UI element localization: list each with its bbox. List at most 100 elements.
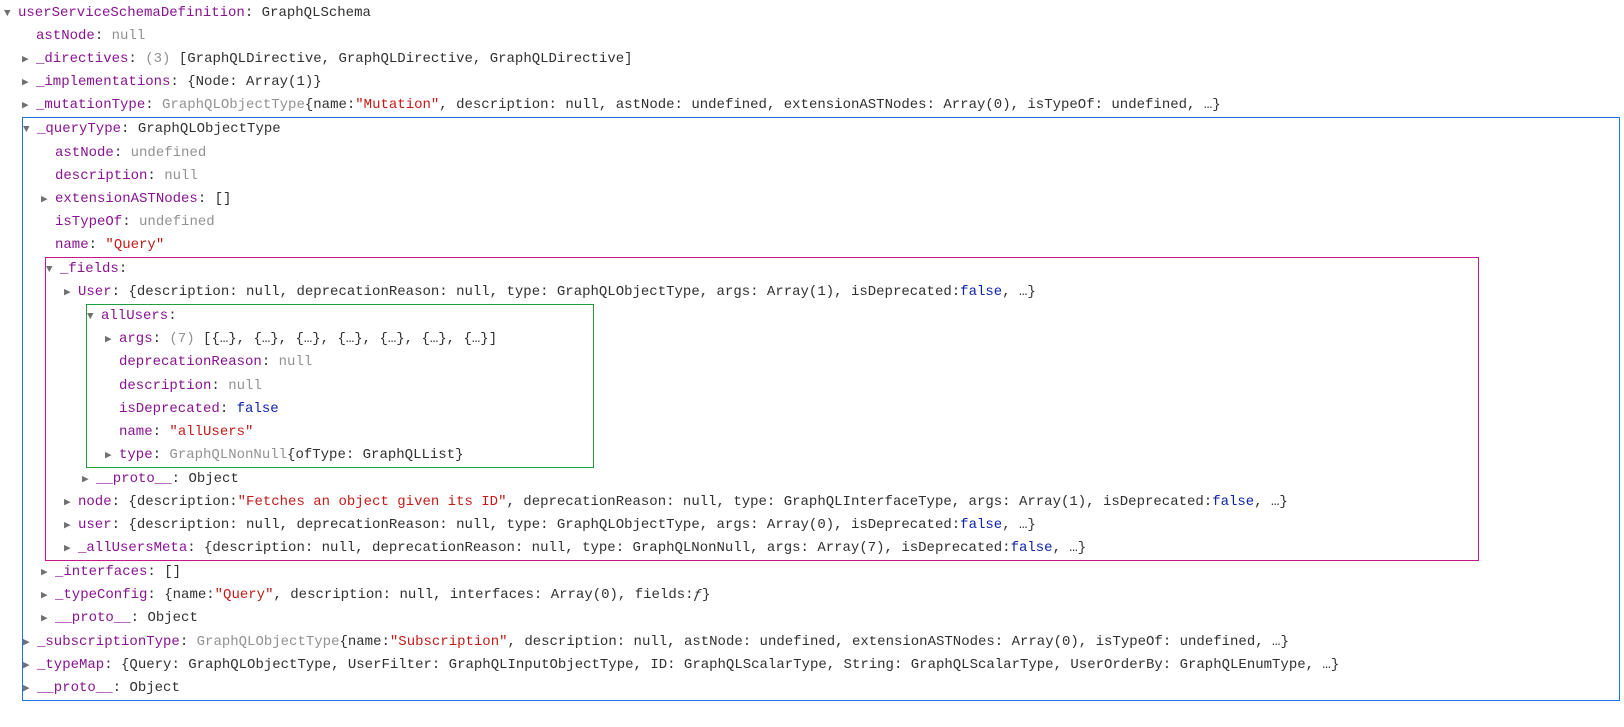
tail: , …} <box>1254 491 1288 514</box>
key: type <box>119 444 153 467</box>
tail: , …} <box>1053 537 1087 560</box>
arrow-closed-icon: ▶ <box>105 331 117 349</box>
arrow-open-icon: ▼ <box>46 261 58 279</box>
qt-astnode-row[interactable]: astNode: undefined <box>23 142 1619 165</box>
count: (7) <box>169 328 194 351</box>
false: false <box>1212 491 1254 514</box>
field-node-row[interactable]: ▶ node: {description: "Fetches an object… <box>46 491 1478 514</box>
typeconfig-row[interactable]: ▶ _typeConfig: {name: "Query" , descript… <box>23 584 1619 607</box>
key-allusers: allUsers <box>101 305 168 328</box>
allusers-desc-row[interactable]: description: null <box>87 375 593 398</box>
qt-description-row[interactable]: description: null <box>23 165 1619 188</box>
false: false <box>1011 537 1053 560</box>
allusers-args-row[interactable]: ▶ args: (7) [{…}, {…}, {…}, {…}, {…}, {…… <box>87 328 593 351</box>
allusers-proto-row[interactable]: ▶ __proto__: Object <box>46 468 1478 491</box>
astnode-row[interactable]: astNode: null <box>4 25 1620 48</box>
implementations-val: {Node: Array(1)} <box>187 71 321 94</box>
key: _typeMap <box>37 654 104 677</box>
val: null <box>164 165 198 188</box>
arrow-closed-icon: ▶ <box>64 284 76 302</box>
name-key: name: <box>313 94 355 117</box>
allusers-isdep-row[interactable]: isDeprecated: false <box>87 398 593 421</box>
key: __proto__ <box>37 677 113 700</box>
arrow-closed-icon: ▶ <box>41 610 53 628</box>
implementations-row[interactable]: ▶ _implementations: {Node: Array(1)} <box>4 71 1620 94</box>
allusers-box: ▼ allUsers: ▶ args: (7) [{…}, {…}, {…}, … <box>86 304 594 468</box>
qt-proto-row[interactable]: ▶ __proto__: Object <box>23 607 1619 630</box>
key: _subscriptionType <box>37 631 180 654</box>
field-user-row[interactable]: ▶ User: {description: null, deprecationR… <box>46 281 1478 304</box>
arrow-open-icon: ▼ <box>23 121 35 139</box>
key: _typeConfig <box>55 584 147 607</box>
mutationtype-row[interactable]: ▶ _mutationType: GraphQLObjectType { nam… <box>4 94 1620 117</box>
key: deprecationReason <box>119 351 262 374</box>
key: args <box>119 328 153 351</box>
key: _allUsersMeta <box>78 537 187 560</box>
root-type: GraphQLSchema <box>262 2 371 25</box>
key: description <box>119 375 211 398</box>
arrow-closed-icon: ▶ <box>64 540 76 558</box>
tail: , …} <box>1002 514 1036 537</box>
key: node <box>78 491 112 514</box>
tail: } <box>702 584 710 607</box>
false: false <box>960 281 1002 304</box>
allusers-type-row[interactable]: ▶ type: GraphQLNonNull {ofType: GraphQLL… <box>87 444 593 467</box>
arrow-closed-icon: ▶ <box>23 680 35 698</box>
root-proto-row[interactable]: ▶ __proto__: Object <box>23 677 1619 700</box>
subscriptiontype-row[interactable]: ▶ _subscriptionType: GraphQLObjectType {… <box>23 631 1619 654</box>
val-null: null <box>112 25 146 48</box>
interfaces-row[interactable]: ▶ _interfaces: [] <box>23 561 1619 584</box>
allusers-depr-row[interactable]: deprecationReason: null <box>87 351 593 374</box>
str: "Fetches an object given its ID" <box>238 491 507 514</box>
val: "allUsers" <box>169 421 253 444</box>
querytype-box: ▼ _queryType: GraphQLObjectType astNode:… <box>22 117 1620 700</box>
type-rest: {ofType: GraphQLList} <box>287 444 463 467</box>
allusers-name-row[interactable]: name: "allUsers" <box>87 421 593 444</box>
val: Object <box>188 468 238 491</box>
key-astnode: astNode <box>36 25 95 48</box>
key: isTypeOf <box>55 211 122 234</box>
key-fields: _fields <box>60 258 119 281</box>
root-header-row[interactable]: ▼ userServiceSchemaDefinition: GraphQLSc… <box>4 2 1620 25</box>
querytype-header-row[interactable]: ▼ _queryType: GraphQLObjectType <box>23 118 1619 141</box>
field-meta-row[interactable]: ▶ _allUsersMeta: {description: null, dep… <box>46 537 1478 560</box>
querytype-type: GraphQLObjectType <box>138 118 281 141</box>
arrow-closed-icon: ▶ <box>41 564 53 582</box>
key: extensionASTNodes <box>55 188 198 211</box>
brace: { <box>339 631 347 654</box>
key-querytype: _queryType <box>37 118 121 141</box>
qt-name-row[interactable]: name: "Query" <box>23 234 1619 257</box>
qt-extast-row[interactable]: ▶ extensionASTNodes: [] <box>23 188 1619 211</box>
val: false <box>237 398 279 421</box>
typemap-row[interactable]: ▶ _typeMap: {Query: GraphQLObjectType, U… <box>23 654 1619 677</box>
field-user2-row[interactable]: ▶ user: {description: null, deprecationR… <box>46 514 1478 537</box>
directives-row[interactable]: ▶ _directives: (3) [GraphQLDirective, Gr… <box>4 48 1620 71</box>
false: false <box>960 514 1002 537</box>
key-mutationtype: _mutationType <box>36 94 145 117</box>
arrow-closed-icon: ▶ <box>22 51 34 69</box>
mutationtype-type: GraphQLObjectType <box>162 94 305 117</box>
key: isDeprecated <box>119 398 220 421</box>
fields-header-row[interactable]: ▼ _fields: <box>46 258 1478 281</box>
val: {Query: GraphQLObjectType, UserFilter: G… <box>121 654 1339 677</box>
arrow-open-icon: ▼ <box>4 5 16 23</box>
key: _interfaces <box>55 561 147 584</box>
type-head: GraphQLNonNull <box>169 444 287 467</box>
key: __proto__ <box>55 607 131 630</box>
pre: {name: <box>164 584 214 607</box>
allusers-header-row[interactable]: ▼ allUsers: <box>87 305 593 328</box>
mutation-name: "Mutation" <box>355 94 439 117</box>
arrow-closed-icon: ▶ <box>22 74 34 92</box>
arrow-closed-icon: ▶ <box>64 517 76 535</box>
brace: { <box>305 94 313 117</box>
val: [{…}, {…}, {…}, {…}, {…}, {…}, {…}] <box>203 328 497 351</box>
root-key: userServiceSchemaDefinition <box>18 2 245 25</box>
fields-box: ▼ _fields: ▶ User: {description: null, d… <box>45 257 1479 561</box>
directives-val: [GraphQLDirective, GraphQLDirective, Gra… <box>179 48 633 71</box>
val: Object <box>147 607 197 630</box>
fn-icon: ƒ <box>694 584 702 607</box>
qt-istypeof-row[interactable]: isTypeOf: undefined <box>23 211 1619 234</box>
key-implementations: _implementations <box>36 71 170 94</box>
val: undefined <box>131 142 207 165</box>
val: "Query" <box>105 234 164 257</box>
